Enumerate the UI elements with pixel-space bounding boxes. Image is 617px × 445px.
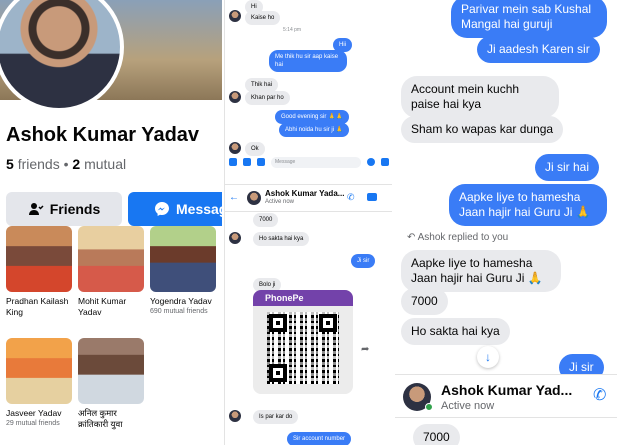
qr-code-image[interactable]: PhonePe xyxy=(253,290,353,394)
message-bubble-out: Parivar mein sab Kushal Mangal hai guruj… xyxy=(451,0,607,38)
reply-indicator: ↶ Ashok replied to you xyxy=(407,232,508,243)
messenger-icon xyxy=(155,202,169,216)
scroll-down-button[interactable]: ↓ xyxy=(477,346,499,368)
message-bubble-in: Khan par ho xyxy=(245,91,290,105)
friends-summary[interactable]: 5 friends • 2 mutual xyxy=(6,156,126,172)
image-icon[interactable] xyxy=(243,158,251,166)
avatar xyxy=(229,232,241,244)
friend-photo xyxy=(78,338,144,404)
reply-note-text: Ashok replied to you xyxy=(417,232,509,243)
chat-screenshot-small: Hi Kaise ho 5:14 pm Hii Me thik hu sir a… xyxy=(224,0,392,445)
friend-photo xyxy=(6,338,72,404)
reply-icon: ↶ xyxy=(407,232,418,243)
message-button-label: Message xyxy=(176,201,222,217)
emoji-icon[interactable] xyxy=(367,158,375,166)
back-arrow-icon[interactable]: ← xyxy=(229,192,239,203)
header-status: Active now xyxy=(441,400,495,412)
message-bubble-in: Kaise ho xyxy=(245,11,281,25)
friend-photo xyxy=(150,226,216,292)
message-bubble-in: 7000 xyxy=(413,424,460,445)
message-bubble-out: Sir account number xyxy=(287,432,352,445)
message-bubble-in: Sham ko wapas kar dunga xyxy=(401,116,564,143)
like-icon[interactable] xyxy=(381,158,389,166)
separator-dot: • xyxy=(63,156,69,172)
header-avatar xyxy=(247,191,261,205)
header-name: Ashok Kumar Yada... xyxy=(265,189,345,198)
avatar xyxy=(229,91,241,103)
friend-name: Jasveer Yadav xyxy=(6,408,62,418)
chat-screenshot-large: Parivar mein sab Kushal Mangal hai guruj… xyxy=(395,0,617,445)
profile-panel: Ashok Kumar Yadav 5 friends • 2 mutual F… xyxy=(0,0,222,445)
avatar xyxy=(229,142,241,154)
friend-name: अनिल कुमार क्रांतिकारी युवा xyxy=(78,408,123,429)
message-button[interactable]: Message xyxy=(128,192,222,226)
friend-mutual: 690 mutual friends xyxy=(150,308,208,315)
header-status: Active now xyxy=(265,199,295,205)
friend-tile[interactable]: Pradhan Kailash King xyxy=(6,226,74,318)
friend-name: Pradhan Kailash King xyxy=(6,296,69,317)
friend-tile[interactable]: अनिल कुमार क्रांतिकारी युवा xyxy=(78,338,146,430)
message-bubble-in: Account mein kuchh paise hai kya xyxy=(401,76,559,118)
phone-icon[interactable]: ✆ xyxy=(593,385,606,405)
message-bubble-out: Ji aadesh Karen sir xyxy=(477,36,600,63)
friend-photo xyxy=(6,226,72,292)
friend-tile[interactable]: Jasveer Yadav 29 mutual friends xyxy=(6,338,74,429)
friend-mutual: 29 mutual friends xyxy=(6,420,60,427)
friends-button-label: Friends xyxy=(49,201,101,217)
message-bubble-out: Ji sir xyxy=(351,254,376,268)
message-bubble-out: Abhi noida hu sir ji 🙏 xyxy=(279,123,350,137)
message-bubble-in: Ho sakta hai kya xyxy=(253,232,310,246)
friends-label: friends xyxy=(17,156,60,172)
friend-tile[interactable]: Yogendra Yadav 690 mutual friends xyxy=(150,226,218,317)
profile-name: Ashok Kumar Yadav xyxy=(6,124,200,146)
header-name: Ashok Kumar Yad... xyxy=(441,382,573,398)
avatar xyxy=(229,410,241,422)
share-icon[interactable]: ➦ xyxy=(361,344,369,355)
composer-toolbar: Message xyxy=(229,155,389,169)
message-input[interactable]: Message xyxy=(271,156,361,168)
message-bubble-in: 7000 xyxy=(253,213,279,227)
friends-button[interactable]: Friends xyxy=(6,192,122,226)
message-bubble-in: Aapke liye to hamesha Jaan hajir hai Gur… xyxy=(401,250,561,292)
phone-icon[interactable]: ✆ xyxy=(347,192,355,203)
timestamp: 5:14 pm xyxy=(283,27,302,33)
message-bubble-in: Ok xyxy=(245,142,265,156)
qr-brand: PhonePe xyxy=(253,290,353,306)
friend-name: Yogendra Yadav xyxy=(150,296,212,306)
message-bubble-in: Is par kar do xyxy=(253,410,299,424)
chat-header: ← Ashok Kumar Yada... Active now ✆ xyxy=(225,184,392,212)
person-check-icon xyxy=(28,203,44,215)
message-bubble-out: Aapke liye to hamesha Jaan hajir hai Gur… xyxy=(449,184,607,226)
friend-name: Mohit Kumar Yadav xyxy=(78,296,127,317)
friend-photo xyxy=(78,226,144,292)
qr-finder xyxy=(269,314,287,332)
video-icon[interactable] xyxy=(367,193,377,201)
online-dot xyxy=(425,403,433,411)
message-bubble-out: Ji sir hai xyxy=(535,154,600,181)
chat-header: ← Ashok Kumar Yad... Active now ✆ xyxy=(395,374,617,418)
mutual-count: 2 xyxy=(72,156,81,172)
message-bubble-out: Good evening sir 🙏🙏 xyxy=(275,110,349,124)
message-bubble-out: Me thik hu sir aap kaise hai xyxy=(269,50,347,72)
avatar xyxy=(229,10,241,22)
message-bubble-in: 7000 xyxy=(401,288,448,315)
message-bubble-in: Thik hai xyxy=(245,78,279,92)
qr-finder xyxy=(269,364,287,382)
mutual-label: mutual xyxy=(84,156,127,172)
message-bubble-in: Ho sakta hai kya xyxy=(401,318,510,345)
camera-icon[interactable] xyxy=(229,158,237,166)
qr-finder xyxy=(319,314,337,332)
mic-icon[interactable] xyxy=(257,158,265,166)
friend-tile[interactable]: Mohit Kumar Yadav xyxy=(78,226,146,318)
friends-count: 5 xyxy=(6,156,14,172)
